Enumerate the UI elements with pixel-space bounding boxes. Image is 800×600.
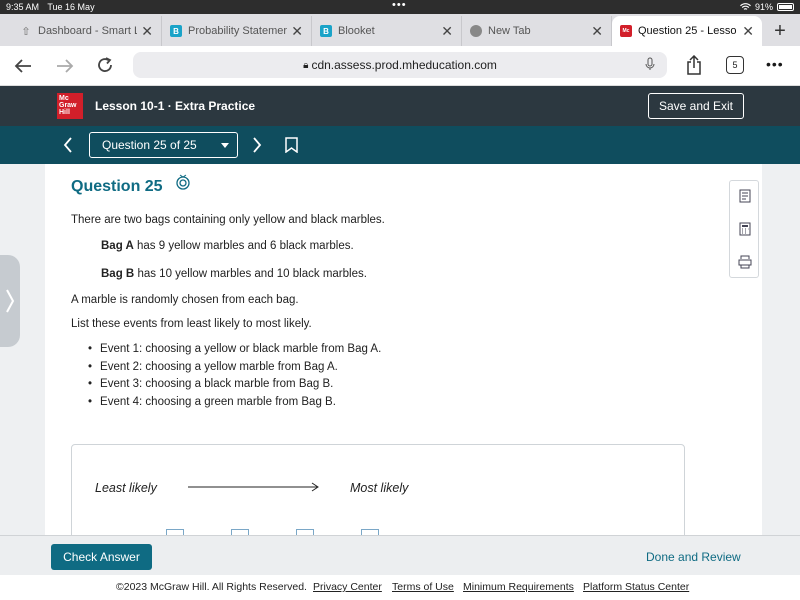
status-date: Tue 16 May bbox=[47, 2, 95, 12]
globe-icon bbox=[470, 25, 482, 37]
blooket-icon: B bbox=[320, 25, 332, 37]
url-text: cdn.assess.prod.mheducation.com bbox=[311, 58, 497, 72]
wifi-icon bbox=[740, 3, 751, 10]
more-options-icon[interactable]: ••• bbox=[766, 56, 784, 72]
bag-a-text: has 9 yellow marbles and 6 black marbles… bbox=[137, 240, 354, 252]
save-and-exit-button[interactable]: Save and Exit bbox=[648, 93, 744, 119]
tab-title: Question 25 - Lesso bbox=[638, 25, 737, 37]
status-bar: 9:35 AM Tue 16 May ••• 91% bbox=[0, 0, 800, 14]
tab-title: Dashboard - Smart L bbox=[38, 25, 138, 37]
question-intro: There are two bags containing only yello… bbox=[71, 214, 385, 226]
new-tab-plus-icon[interactable]: + bbox=[762, 16, 798, 46]
tab-title: Blooket bbox=[338, 25, 375, 37]
previous-question-icon[interactable] bbox=[63, 137, 73, 153]
question-selector[interactable]: Question 25 of 25 bbox=[89, 132, 238, 158]
event-list: Event 1: choosing a yellow or black marb… bbox=[88, 343, 381, 414]
tab-probability[interactable]: B Probability Statemer ✕ bbox=[162, 16, 312, 46]
blooket-icon: B bbox=[170, 25, 182, 37]
reload-icon[interactable] bbox=[96, 56, 114, 74]
bag-b-text: has 10 yellow marbles and 10 black marbl… bbox=[137, 268, 367, 280]
notepad-icon[interactable] bbox=[738, 189, 752, 203]
question-title: Question 25 bbox=[71, 178, 163, 195]
tab-title: New Tab bbox=[488, 25, 531, 37]
print-icon[interactable] bbox=[738, 255, 752, 269]
back-arrow-icon[interactable] bbox=[14, 58, 32, 74]
next-question-icon[interactable] bbox=[252, 137, 262, 153]
list-item: Event 4: choosing a green marble from Ba… bbox=[88, 396, 381, 414]
bag-b-line: Bag B has 10 yellow marbles and 10 black… bbox=[101, 268, 367, 280]
multitask-dots-icon[interactable]: ••• bbox=[392, 0, 407, 11]
question-chosen: A marble is randomly chosen from each ba… bbox=[71, 294, 299, 306]
done-and-review-link[interactable]: Done and Review bbox=[646, 550, 741, 564]
question-instruction: List these events from least likely to m… bbox=[71, 318, 312, 330]
close-icon[interactable]: ✕ bbox=[742, 23, 754, 40]
calculator-icon[interactable] bbox=[738, 222, 752, 236]
terms-of-use-link[interactable]: Terms of Use bbox=[392, 581, 454, 593]
footer: ©2023 McGraw Hill. All Rights Reserved. … bbox=[0, 575, 800, 600]
close-icon[interactable]: ✕ bbox=[291, 23, 303, 40]
tab-new[interactable]: New Tab ✕ bbox=[462, 16, 612, 46]
address-bar: 🔒︎ cdn.assess.prod.mheducation.com 5 ••• bbox=[0, 46, 800, 86]
mcgraw-hill-icon: Mc bbox=[620, 25, 632, 37]
close-icon[interactable]: ✕ bbox=[591, 23, 603, 40]
most-likely-label: Most likely bbox=[350, 481, 409, 495]
bag-a-label: Bag A bbox=[101, 240, 134, 252]
close-icon[interactable]: ✕ bbox=[141, 23, 153, 40]
upload-icon: ⇧ bbox=[21, 25, 31, 38]
question-selector-label: Question 25 of 25 bbox=[102, 138, 197, 152]
tab-count-button[interactable]: 5 bbox=[726, 56, 744, 74]
chevron-right-icon bbox=[6, 289, 15, 313]
lock-icon: 🔒︎ bbox=[303, 59, 309, 71]
attempt-status-icon bbox=[176, 174, 190, 190]
platform-status-link[interactable]: Platform Status Center bbox=[583, 581, 689, 593]
tab-bar: ⇧ Dashboard - Smart L ✕ B Probability St… bbox=[0, 14, 800, 46]
list-item: Event 2: choosing a yellow marble from B… bbox=[88, 361, 381, 379]
side-panel-toggle[interactable] bbox=[0, 255, 20, 347]
list-item: Event 1: choosing a yellow or black marb… bbox=[88, 343, 381, 361]
copyright: ©2023 McGraw Hill. All Rights Reserved. bbox=[116, 581, 307, 593]
share-icon[interactable] bbox=[686, 55, 702, 75]
list-item: Event 3: choosing a black marble from Ba… bbox=[88, 378, 381, 396]
bottom-bar: Check Answer Done and Review bbox=[0, 535, 800, 575]
lesson-title: Lesson 10-1 · Extra Practice bbox=[95, 99, 256, 113]
long-arrow-right-icon bbox=[188, 482, 319, 492]
tab-blooket[interactable]: B Blooket ✕ bbox=[312, 16, 462, 46]
close-icon[interactable]: ✕ bbox=[441, 23, 453, 40]
least-likely-label: Least likely bbox=[95, 481, 157, 495]
check-answer-button[interactable]: Check Answer bbox=[51, 544, 152, 570]
battery-percent: 91% bbox=[754, 2, 773, 12]
bookmark-icon[interactable] bbox=[285, 137, 298, 153]
bag-a-line: Bag A has 9 yellow marbles and 6 black m… bbox=[101, 240, 354, 252]
chevron-down-icon bbox=[221, 143, 229, 148]
tab-dashboard[interactable]: ⇧ Dashboard - Smart L ✕ bbox=[12, 16, 162, 46]
mcgraw-hill-logo: Mc Graw Hill bbox=[57, 93, 83, 119]
tab-question-25[interactable]: Mc Question 25 - Lesso ✕ bbox=[612, 16, 762, 46]
app-header: Mc Graw Hill Lesson 10-1 · Extra Practic… bbox=[0, 86, 800, 126]
microphone-icon[interactable] bbox=[645, 57, 655, 71]
question-nav: Question 25 of 25 bbox=[0, 126, 800, 164]
bag-b-label: Bag B bbox=[101, 268, 135, 280]
forward-arrow-icon[interactable] bbox=[56, 58, 74, 74]
privacy-center-link[interactable]: Privacy Center bbox=[313, 581, 382, 593]
url-field[interactable]: 🔒︎ cdn.assess.prod.mheducation.com bbox=[133, 52, 667, 78]
status-time: 9:35 AM bbox=[6, 2, 40, 12]
tool-palette bbox=[729, 180, 759, 278]
battery-icon bbox=[777, 3, 794, 11]
minimum-requirements-link[interactable]: Minimum Requirements bbox=[463, 581, 574, 593]
tab-title: Probability Statemer bbox=[188, 25, 288, 37]
